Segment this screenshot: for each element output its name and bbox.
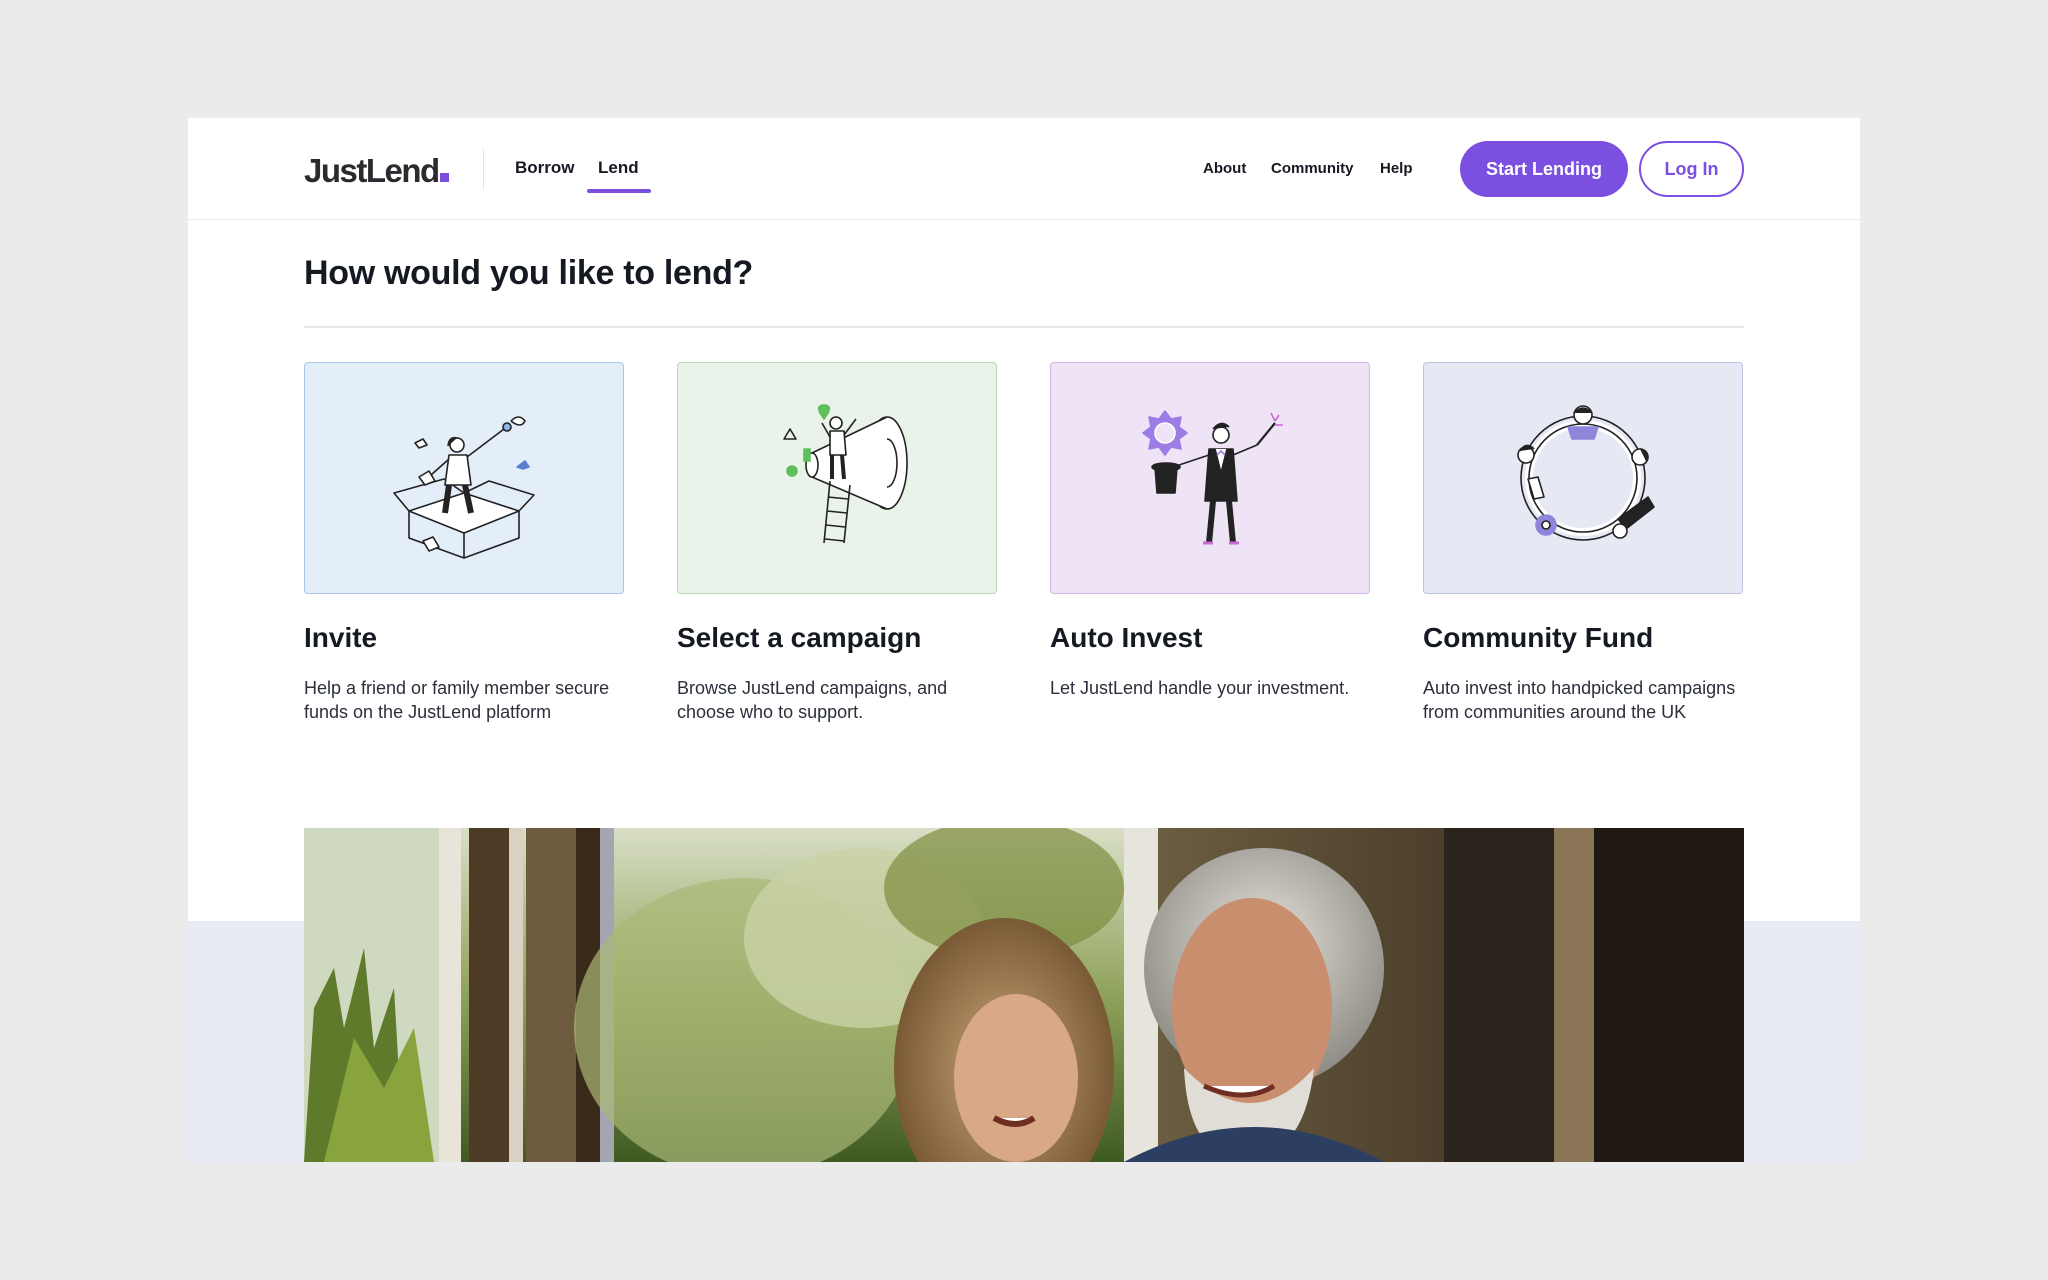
title-divider (304, 326, 1744, 328)
person-in-box-illustration (393, 416, 535, 559)
log-in-button[interactable]: Log In (1639, 141, 1744, 197)
card-community-fund-title[interactable]: Community Fund (1423, 622, 1653, 654)
card-invite-image[interactable] (304, 362, 624, 594)
card-campaign-title[interactable]: Select a campaign (677, 622, 921, 654)
nav-link-about[interactable]: About (1203, 160, 1246, 177)
card-invite-description: Help a friend or family member secure fu… (304, 678, 610, 722)
card-invite-title[interactable]: Invite (304, 622, 377, 654)
active-tab-indicator (587, 189, 651, 193)
card-auto-invest-title[interactable]: Auto Invest (1050, 622, 1202, 654)
logo[interactable]: JustLend (304, 152, 449, 190)
page-frame: JustLend Borrow Lend About Community Hel… (188, 118, 1860, 1162)
people-circle-illustration (1517, 405, 1655, 541)
top-nav: JustLend Borrow Lend About Community Hel… (188, 118, 1860, 220)
nav-link-community[interactable]: Community (1271, 160, 1354, 177)
card-auto-invest-image[interactable] (1050, 362, 1370, 594)
tab-borrow[interactable]: Borrow (515, 158, 575, 178)
card-community-fund-image[interactable] (1423, 362, 1743, 594)
tab-lend[interactable]: Lend (598, 158, 639, 178)
card-community-fund-description: Auto invest into handpicked campaigns fr… (1423, 678, 1736, 722)
start-lending-button[interactable]: Start Lending (1460, 141, 1628, 197)
nav-divider (483, 148, 484, 190)
hero-photo (304, 828, 1744, 1162)
nav-link-help[interactable]: Help (1380, 160, 1413, 177)
page-title: How would you like to lend? (304, 254, 754, 292)
smiling-couple-photo (304, 828, 1744, 1162)
card-campaign-description: Browse JustLend campaigns, and choose wh… (677, 678, 948, 722)
logo-text: JustLend (304, 152, 440, 189)
section-shadow (188, 806, 1860, 807)
card-auto-invest-description: Let JustLend handle your investment. (1050, 678, 1350, 698)
card-campaign-image[interactable] (677, 362, 997, 594)
magician-illustration (1142, 410, 1283, 545)
logo-dot (439, 173, 449, 182)
megaphone-ladder-illustration (783, 404, 908, 544)
